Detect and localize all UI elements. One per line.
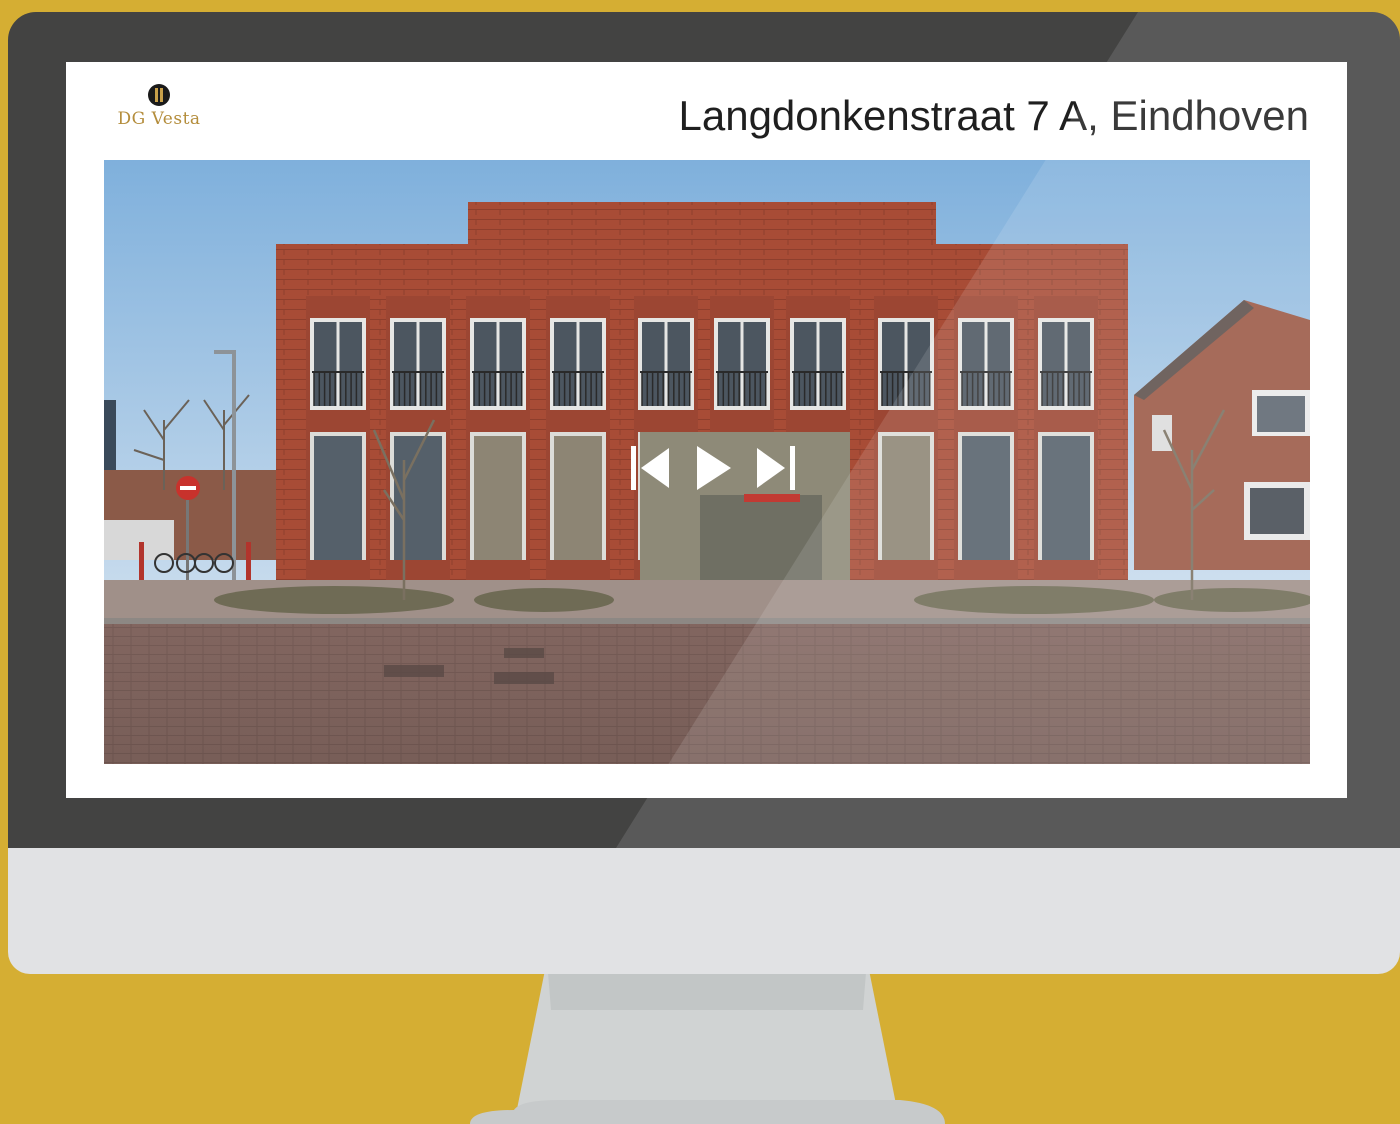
skip-previous-icon[interactable]: [631, 444, 671, 492]
monitor: DG Vesta Langdonkenstraat 7 A, Eindhoven: [8, 12, 1400, 974]
skip-next-icon[interactable]: [755, 444, 795, 492]
play-icon[interactable]: [693, 444, 733, 492]
screen: DG Vesta Langdonkenstraat 7 A, Eindhoven: [66, 62, 1347, 798]
brand-logo[interactable]: DG Vesta: [104, 84, 214, 129]
property-photo: [104, 160, 1310, 764]
listing-address: Langdonkenstraat 7 A, Eindhoven: [678, 92, 1310, 139]
brand-name: DG Vesta: [117, 109, 201, 129]
media-controls: [631, 444, 795, 492]
monitor-chin: [8, 848, 1400, 974]
brand-logo-icon: [148, 84, 170, 106]
